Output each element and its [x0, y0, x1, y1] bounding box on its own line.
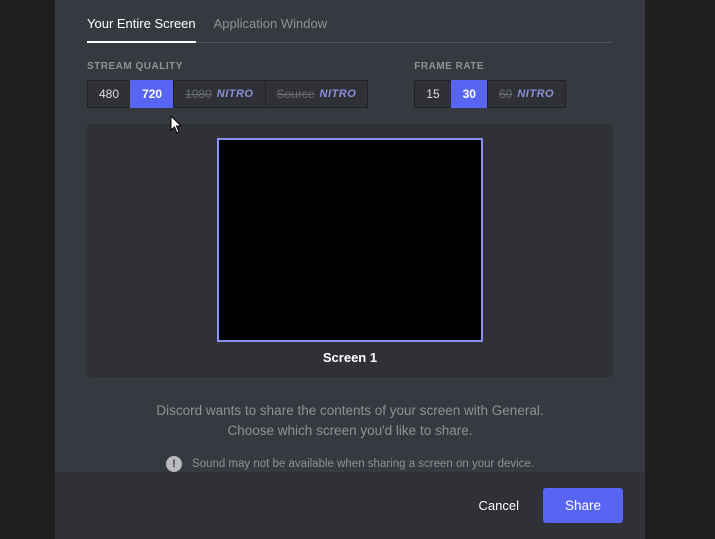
quality-source-button[interactable]: Source NITRO — [265, 80, 369, 108]
fps-30-button[interactable]: 30 — [451, 80, 488, 108]
settings-row: STREAM QUALITY 480 720 1080 NITRO Source… — [87, 61, 613, 108]
cancel-button[interactable]: Cancel — [463, 488, 535, 523]
stream-quality-group: STREAM QUALITY 480 720 1080 NITRO Source… — [87, 61, 368, 108]
nitro-badge-icon: NITRO — [217, 88, 254, 100]
frame-rate-label: FRAME RATE — [414, 61, 566, 72]
preview-area: Screen 1 — [87, 124, 613, 377]
info-line-1: Discord wants to share the contents of y… — [87, 401, 613, 421]
info-line-2: Choose which screen you'd like to share. — [87, 421, 613, 441]
share-button[interactable]: Share — [543, 488, 623, 523]
fps-60-button[interactable]: 60 NITRO — [487, 80, 566, 108]
screen-1-label: Screen 1 — [323, 350, 377, 365]
quality-1080-button[interactable]: 1080 NITRO — [173, 80, 265, 108]
quality-480-button[interactable]: 480 — [87, 80, 131, 108]
tab-application-window[interactable]: Application Window — [214, 6, 327, 43]
sound-warning-row: ! Sound may not be available when sharin… — [87, 456, 613, 472]
screen-share-modal: Your Entire Screen Application Window ST… — [55, 0, 645, 536]
tab-entire-screen[interactable]: Your Entire Screen — [87, 6, 196, 43]
source-tabs: Your Entire Screen Application Window — [87, 6, 613, 43]
info-icon: ! — [166, 456, 182, 472]
frame-rate-group: FRAME RATE 15 30 60 NITRO — [414, 61, 566, 108]
stream-quality-label: STREAM QUALITY — [87, 61, 368, 72]
frame-rate-buttons: 15 30 60 NITRO — [414, 80, 566, 108]
stream-quality-buttons: 480 720 1080 NITRO Source NITRO — [87, 80, 368, 108]
modal-footer: Cancel Share — [55, 472, 645, 539]
quality-720-button[interactable]: 720 — [130, 80, 174, 108]
nitro-badge-icon: NITRO — [517, 88, 554, 100]
fps-15-button[interactable]: 15 — [414, 80, 451, 108]
screen-1-thumbnail[interactable] — [217, 138, 483, 342]
modal-content: Your Entire Screen Application Window ST… — [55, 0, 645, 472]
sound-warning-text: Sound may not be available when sharing … — [192, 458, 534, 470]
info-block: Discord wants to share the contents of y… — [87, 401, 613, 472]
nitro-badge-icon: NITRO — [320, 88, 357, 100]
